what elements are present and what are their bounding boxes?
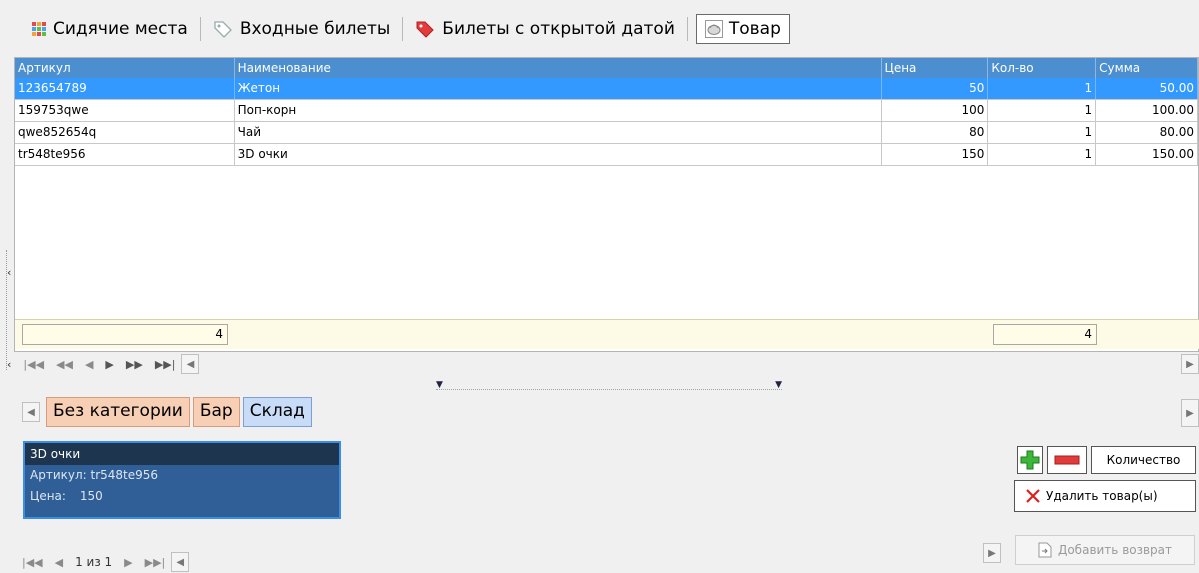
prev-record-icon[interactable]: ◀ — [85, 358, 93, 371]
tab-label: Сидячие места — [53, 19, 188, 39]
cell-name: Жетон — [235, 78, 882, 99]
footer-qty-total: 4 — [993, 324, 1097, 345]
cell-name: 3D очки — [235, 144, 882, 165]
scroll-right-button[interactable]: ▶ — [1181, 354, 1199, 374]
cell-price: 100 — [882, 100, 989, 121]
cell-price: 50 — [882, 78, 989, 99]
cell-sum: 150.00 — [1096, 144, 1198, 165]
scroll-right-button[interactable]: ▶ — [1181, 399, 1199, 427]
table-header: Артикул Наименование Цена Кол-во Сумма — [15, 58, 1198, 78]
basket-icon — [704, 20, 723, 38]
cell-qty: 1 — [988, 144, 1097, 165]
tab-open-date-tickets[interactable]: Билеты с открытой датой — [405, 13, 685, 45]
card-pager: |◀◀ ◀ 1 из 1 ▶ ▶▶| ◀ — [22, 552, 190, 572]
goods-table: Артикул Наименование Цена Кол-во Сумма 1… — [14, 57, 1199, 352]
cell-qty: 1 — [988, 100, 1097, 121]
scroll-left-button[interactable]: ◀ — [181, 354, 200, 374]
table-row[interactable]: qwe852654q Чай 80 1 80.00 — [15, 122, 1198, 144]
tab-divider — [402, 17, 404, 41]
cell-sku: 159753qwe — [15, 100, 235, 121]
first-page-icon[interactable]: |◀◀ — [22, 556, 43, 569]
chevron-left-icon[interactable]: ‹ — [7, 266, 11, 279]
product-price-value: 150 — [79, 489, 103, 503]
column-header-sku[interactable]: Артикул — [15, 58, 235, 78]
minus-icon — [1054, 455, 1080, 465]
cell-qty: 1 — [988, 78, 1097, 99]
cell-price: 150 — [882, 144, 989, 165]
add-return-button[interactable]: Добавить возврат — [1015, 535, 1195, 565]
prev-page-icon[interactable]: ◀◀ — [56, 358, 73, 371]
table-row[interactable]: 123654789 Жетон 50 1 50.00 — [15, 78, 1198, 100]
product-price-line: Цена: 150 — [25, 486, 339, 507]
tab-goods[interactable]: Товар — [695, 14, 790, 44]
tab-entry-tickets[interactable]: Входные билеты — [203, 13, 400, 45]
scroll-left-button[interactable]: ◀ — [22, 402, 40, 422]
scroll-right-button[interactable]: ▶ — [983, 543, 1001, 563]
table-row[interactable]: tr548te956 3D очки 150 1 150.00 — [15, 144, 1198, 166]
panel-splitter[interactable]: ▼ ▼ — [436, 380, 782, 390]
product-price-label: Цена: — [30, 489, 66, 503]
category-warehouse[interactable]: Склад — [242, 397, 312, 427]
category-bar: ◀ Без категории Бар Склад — [22, 397, 315, 427]
first-record-icon[interactable]: |◀◀ — [23, 358, 44, 371]
product-sku-value: tr548te956 — [90, 468, 159, 482]
delete-items-button[interactable]: Удалить товар(ы) — [1014, 480, 1196, 512]
chevron-left-icon[interactable]: ‹ — [7, 358, 11, 371]
product-title: 3D очки — [25, 443, 339, 465]
remove-quantity-button[interactable] — [1047, 446, 1087, 474]
grid-icon — [32, 22, 46, 36]
tab-label: Товар — [728, 19, 781, 39]
next-page-icon[interactable]: ▶ — [124, 556, 132, 569]
column-header-name[interactable]: Наименование — [235, 58, 882, 78]
cell-sku: qwe852654q — [15, 122, 235, 143]
page-indicator: 1 из 1 — [75, 555, 113, 569]
next-page-icon[interactable]: ▶▶ — [126, 358, 143, 371]
tab-bar: Сидячие места Входные билеты Билеты с от… — [22, 12, 790, 46]
product-sku-label: Артикул: — [30, 468, 87, 482]
cell-price: 80 — [882, 122, 989, 143]
chevron-down-icon[interactable]: ▼ — [775, 380, 782, 390]
last-record-icon[interactable]: ▶▶| — [155, 358, 176, 371]
category-no-category[interactable]: Без категории — [46, 397, 190, 427]
tab-divider — [686, 17, 688, 41]
tab-seats[interactable]: Сидячие места — [22, 13, 198, 45]
close-icon — [1026, 489, 1040, 503]
cell-qty: 1 — [988, 122, 1097, 143]
table-footer: 4 4 — [15, 319, 1199, 349]
quantity-button[interactable]: Количество — [1091, 446, 1196, 474]
prev-page-icon[interactable]: ◀ — [55, 556, 63, 569]
product-sku-line: Артикул: tr548te956 — [25, 465, 339, 486]
cell-sum: 100.00 — [1096, 100, 1198, 121]
tab-divider — [199, 17, 201, 41]
column-header-qty[interactable]: Кол-во — [988, 58, 1097, 78]
last-page-icon[interactable]: ▶▶| — [145, 556, 166, 569]
next-record-icon[interactable]: ▶ — [105, 358, 113, 371]
cell-sum: 50.00 — [1096, 78, 1198, 99]
tag-red-icon — [415, 20, 435, 38]
column-header-price[interactable]: Цена — [882, 58, 989, 78]
cell-sku: tr548te956 — [15, 144, 235, 165]
chevron-down-icon[interactable]: ▼ — [436, 380, 443, 390]
column-header-sum[interactable]: Сумма — [1096, 58, 1198, 78]
cell-name: Чай — [235, 122, 882, 143]
cell-name: Поп-корн — [235, 100, 882, 121]
footer-row-count: 4 — [22, 324, 228, 345]
tab-label: Входные билеты — [239, 19, 391, 39]
plus-icon — [1020, 450, 1040, 470]
add-quantity-button[interactable] — [1017, 446, 1043, 474]
product-card[interactable]: 3D очки Артикул: tr548te956 Цена: 150 — [23, 441, 341, 519]
cell-sum: 80.00 — [1096, 122, 1198, 143]
tab-label: Билеты с открытой датой — [442, 19, 675, 39]
document-arrow-icon — [1038, 542, 1052, 558]
add-return-label: Добавить возврат — [1057, 543, 1173, 557]
scroll-left-button[interactable]: ◀ — [171, 552, 190, 572]
table-row[interactable]: 159753qwe Поп-корн 100 1 100.00 — [15, 100, 1198, 122]
record-navigator: ‹ |◀◀ ◀◀ ◀ ▶ ▶▶ ▶▶| ◀ ▶ — [7, 353, 1199, 375]
delete-items-label: Удалить товар(ы) — [1046, 489, 1158, 503]
category-bar[interactable]: Бар — [192, 397, 240, 427]
cell-sku: 123654789 — [15, 78, 235, 99]
tag-outline-icon — [213, 20, 233, 38]
